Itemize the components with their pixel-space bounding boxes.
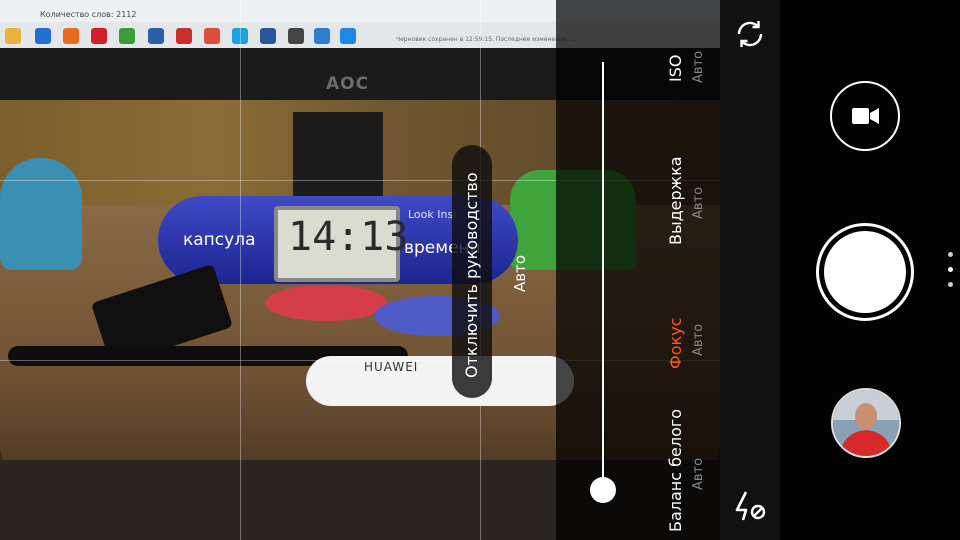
param-white-balance[interactable]: Баланс белого — [666, 409, 685, 532]
gallery-thumbnail-image — [833, 390, 899, 456]
folder-icon — [5, 28, 21, 44]
param-iso-value[interactable]: Авто — [691, 51, 706, 83]
app-icon — [314, 28, 330, 44]
word-icon — [260, 28, 276, 44]
param-iso[interactable]: ISO — [666, 55, 685, 82]
disable-guide-label[interactable]: Отключить руководство — [462, 172, 481, 378]
mail-icon — [176, 28, 192, 44]
camera-control-strip — [720, 0, 780, 540]
red-badge — [265, 285, 387, 321]
page-dot — [948, 252, 953, 257]
chrome-icon — [204, 28, 220, 44]
manual-slider-track[interactable] — [602, 62, 604, 490]
firefox-icon — [63, 28, 79, 44]
chrome-icon — [119, 28, 135, 44]
app-icon — [340, 28, 356, 44]
param-white-balance-value[interactable]: Авто — [691, 458, 706, 490]
capsule-left-text: капсула — [183, 230, 256, 250]
usb-modem — [306, 356, 574, 406]
clock-time: 14:13 — [288, 214, 409, 260]
capsule-top-text: Look Insi — [408, 208, 457, 221]
param-focus-value[interactable]: Авто — [691, 324, 706, 356]
slider-value-label: Авто — [511, 254, 529, 292]
video-camera-icon — [852, 108, 879, 124]
flash-off-button[interactable] — [734, 490, 770, 522]
app-icon — [288, 28, 304, 44]
shutter-button[interactable] — [824, 231, 906, 313]
param-exposure[interactable]: Выдержка — [666, 156, 685, 245]
page-dot — [948, 282, 953, 287]
switch-camera-icon — [737, 21, 763, 47]
usb-brand-text: HUAWEI — [364, 360, 419, 374]
app-icon — [148, 28, 164, 44]
flash-off-icon — [735, 491, 766, 521]
monitor-stand — [293, 112, 383, 197]
monitor-brand-logo: AOC — [326, 74, 370, 94]
page-indicator — [948, 252, 954, 290]
camera-app: Количество слов: 2112 Черновик сохранен … — [0, 0, 960, 540]
video-mode-button[interactable] — [830, 81, 900, 151]
opera-icon — [91, 28, 107, 44]
word-count-text: Количество слов: 2112 — [40, 10, 137, 19]
document-status-text: Черновик сохранен в 12:59:15. Последнее … — [396, 36, 577, 43]
switch-camera-button[interactable] — [733, 17, 767, 51]
param-focus[interactable]: Фокус — [666, 318, 685, 370]
blue-android-figure — [0, 158, 82, 270]
gallery-thumbnail[interactable] — [831, 388, 901, 458]
edge-icon — [35, 28, 51, 44]
grid-line — [240, 0, 241, 540]
manual-slider-thumb[interactable] — [590, 477, 616, 503]
page-dot — [948, 267, 953, 272]
param-exposure-value[interactable]: Авто — [691, 187, 706, 219]
